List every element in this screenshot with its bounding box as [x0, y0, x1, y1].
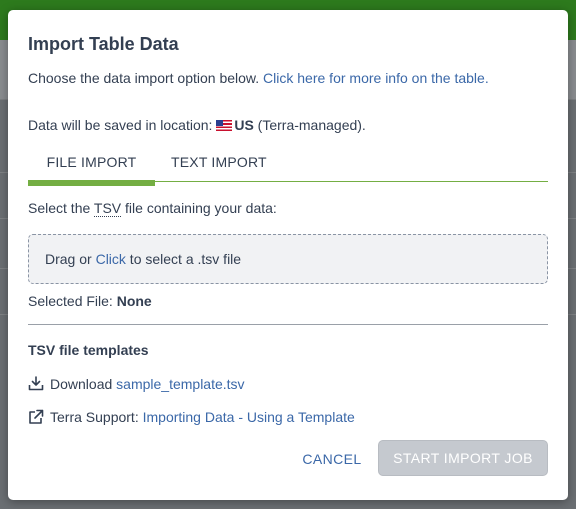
select-file-label: Select the TSV file containing your data… [28, 200, 277, 217]
modal-title: Import Table Data [28, 34, 179, 54]
select-suffix: file containing your data: [121, 200, 277, 216]
location-prefix: Data will be saved in location: [28, 117, 217, 133]
templates-title: TSV file templates [28, 342, 149, 358]
download-icon [28, 376, 44, 391]
intro-text: Choose the data import option below. [28, 70, 264, 86]
click-to-select-link[interactable]: Click [96, 251, 126, 267]
selected-file-label: Selected File: [28, 293, 117, 309]
section-divider [28, 324, 548, 325]
import-tabs: FILE IMPORT TEXT IMPORT [28, 150, 548, 186]
tab-text-import[interactable]: TEXT IMPORT [171, 154, 267, 170]
sample-template-link[interactable]: sample_template.tsv [116, 376, 244, 392]
importing-data-guide-link[interactable]: Importing Data - Using a Template [143, 409, 355, 425]
save-location: Data will be saved in location: US (Terr… [28, 117, 366, 133]
select-prefix: Select the [28, 200, 94, 216]
start-import-job-button[interactable]: START IMPORT JOB [378, 440, 548, 476]
modal-intro: Choose the data import option below. Cli… [28, 70, 528, 86]
dropzone-prefix: Drag or [45, 251, 96, 267]
selected-file-value: None [116, 293, 152, 309]
tab-file-import[interactable]: FILE IMPORT [28, 154, 155, 186]
dropzone-text: Drag or Click to select a .tsv file [45, 251, 241, 267]
tsv-abbreviation: TSV [93, 200, 122, 217]
file-dropzone[interactable]: Drag or Click to select a .tsv file [28, 234, 548, 284]
us-flag-icon [216, 120, 233, 131]
download-label: Download [50, 376, 117, 392]
import-table-modal: Import Table Data Choose the data import… [8, 10, 568, 500]
cancel-button[interactable]: CANCEL [298, 448, 366, 470]
download-template-row: Download sample_template.tsv [28, 376, 245, 392]
support-label: Terra Support: [50, 409, 143, 425]
dropzone-suffix: to select a .tsv file [125, 251, 242, 267]
selected-file: Selected File: None [28, 293, 152, 309]
terra-support-row: Terra Support: Importing Data - Using a … [28, 409, 355, 425]
external-link-icon [29, 409, 44, 424]
location-region: US [234, 117, 254, 133]
location-suffix: (Terra-managed). [253, 117, 366, 133]
more-info-link[interactable]: Click here for more info on the table. [263, 70, 489, 86]
